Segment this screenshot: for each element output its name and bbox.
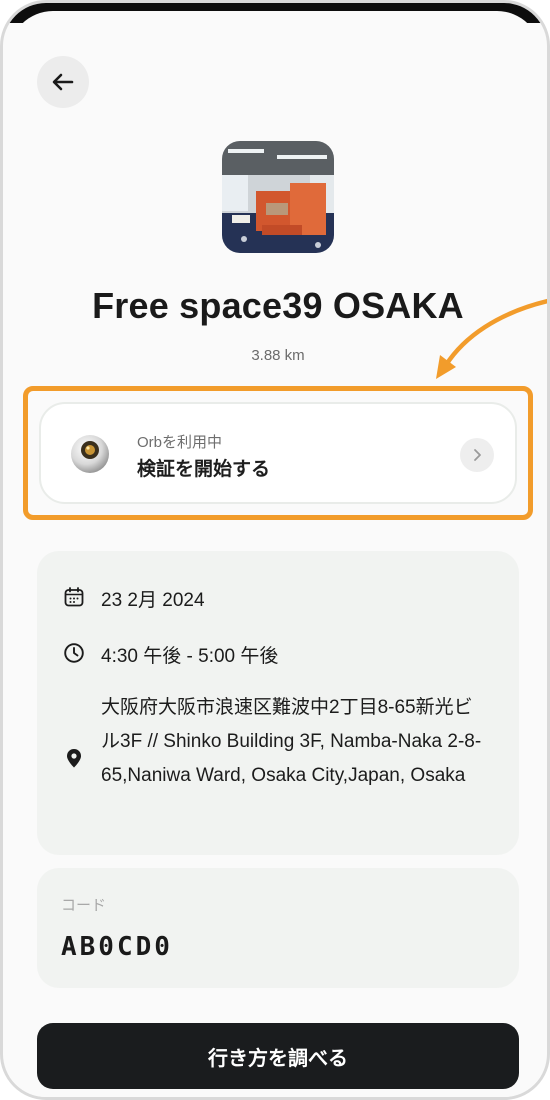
orb-verification-card[interactable]: Orbを利用中 検証を開始する [39,402,517,504]
venue-thumbnail [222,141,334,253]
location-pin-icon [67,749,81,768]
code-value: AB0CD0 [61,932,173,962]
pointer-arrow-icon [436,298,547,379]
code-card: コード AB0CD0 [37,868,519,988]
address-row: 大阪府大阪市浪速区難波中2丁目8-65新光ビル3F // Shinko Buil… [63,691,491,793]
booking-time: 4:30 午後 - 5:00 午後 [101,646,279,667]
chevron-right-icon [474,449,481,461]
distance-label: 3.88 km [251,347,305,364]
phone-frame: Free space39 OSAKA 3.88 km Orbを利用中 検証を開始… [0,0,550,1100]
code-label: コード [61,897,107,914]
clock-icon [64,643,84,663]
get-directions-button[interactable]: 行き方を調べる [37,1023,519,1089]
chevron-right-button[interactable] [460,438,494,472]
booking-address: 大阪府大阪市浪速区難波中2丁目8-65新光ビル3F // Shinko Buil… [101,697,482,786]
start-verification-label: 検証を開始する [137,459,271,480]
arrow-left-icon [52,73,74,91]
calendar-icon [64,587,84,607]
date-row: 23 2月 2024 [63,585,205,612]
booking-details-card: 23 2月 2024 4:30 午後 - 5:00 午後 大阪府大阪市浪速区難波… [37,551,519,855]
orb-status-caption: Orbを利用中 [137,434,223,451]
orb-device-icon [71,435,109,473]
back-button[interactable] [37,56,89,108]
time-row: 4:30 午後 - 5:00 午後 [63,641,278,668]
booking-date: 23 2月 2024 [101,590,205,611]
